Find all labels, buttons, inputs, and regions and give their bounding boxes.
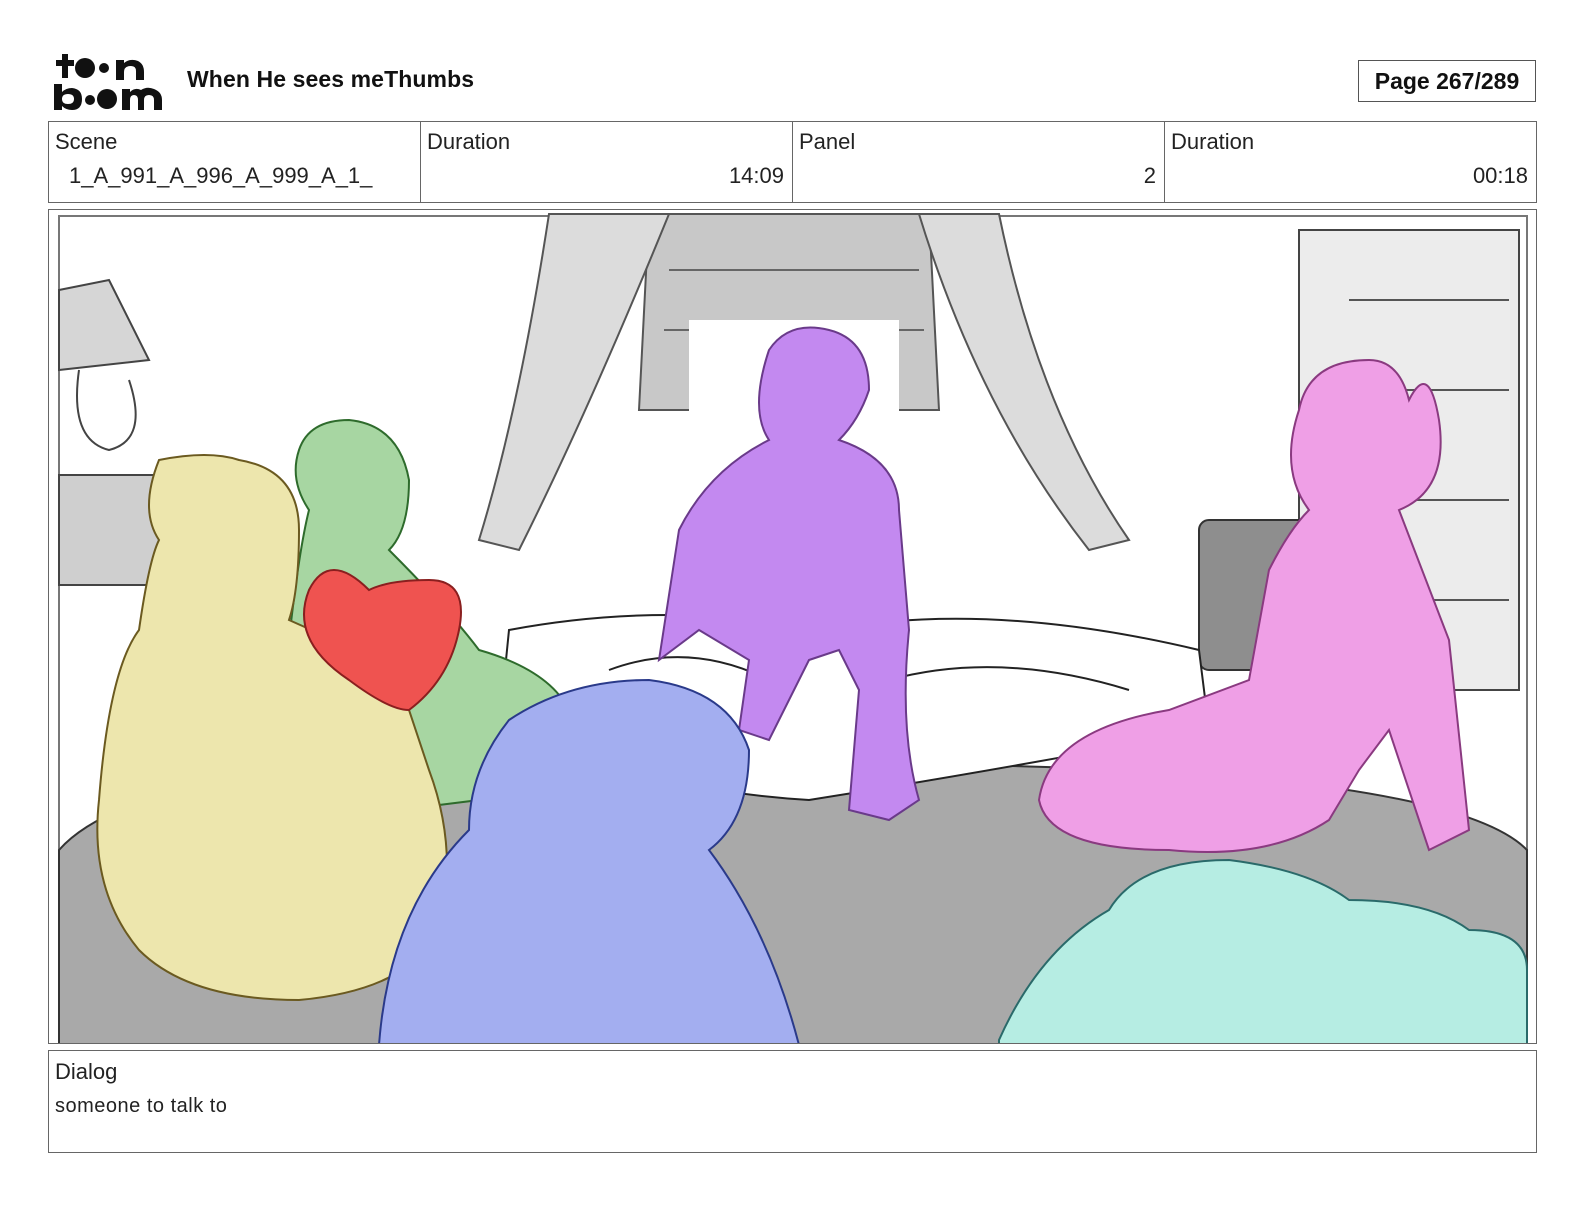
- dialog-box: Dialog someone to talk to: [48, 1050, 1537, 1153]
- scene-cell: Scene 1_A_991_A_996_A_999_A_1_: [49, 122, 421, 202]
- scene-label: Scene: [55, 129, 118, 154]
- lamp-shade: [58, 278, 151, 372]
- storyboard-sketch: [58, 213, 1528, 1043]
- curtain-right: [917, 213, 1131, 552]
- panel-cell: Panel 2: [793, 122, 1165, 202]
- dialog-text: someone to talk to: [55, 1095, 228, 1117]
- page-number: Page 267/289: [1358, 60, 1536, 102]
- document-title: When He sees meThumbs: [187, 66, 475, 92]
- storyboard-panel: [48, 209, 1537, 1044]
- scene-duration-cell: Duration 14:09: [421, 122, 793, 202]
- panel-value: 2: [1143, 163, 1156, 188]
- lamp-base: [76, 369, 137, 452]
- dialog-label: Dialog: [55, 1059, 118, 1084]
- scene-duration-label: Duration: [427, 129, 511, 154]
- scene-value: 1_A_991_A_996_A_999_A_1_: [69, 163, 373, 188]
- panel-label: Panel: [799, 129, 856, 154]
- panel-duration-label: Duration: [1171, 129, 1255, 154]
- panel-duration-value: 00:18: [1472, 163, 1528, 188]
- toon-boom-logo: [52, 52, 164, 112]
- scene-duration-value: 14:09: [728, 163, 784, 188]
- panel-info-table: Scene 1_A_991_A_996_A_999_A_1_ Duration …: [48, 121, 1537, 203]
- panel-duration-cell: Duration 00:18: [1165, 122, 1536, 202]
